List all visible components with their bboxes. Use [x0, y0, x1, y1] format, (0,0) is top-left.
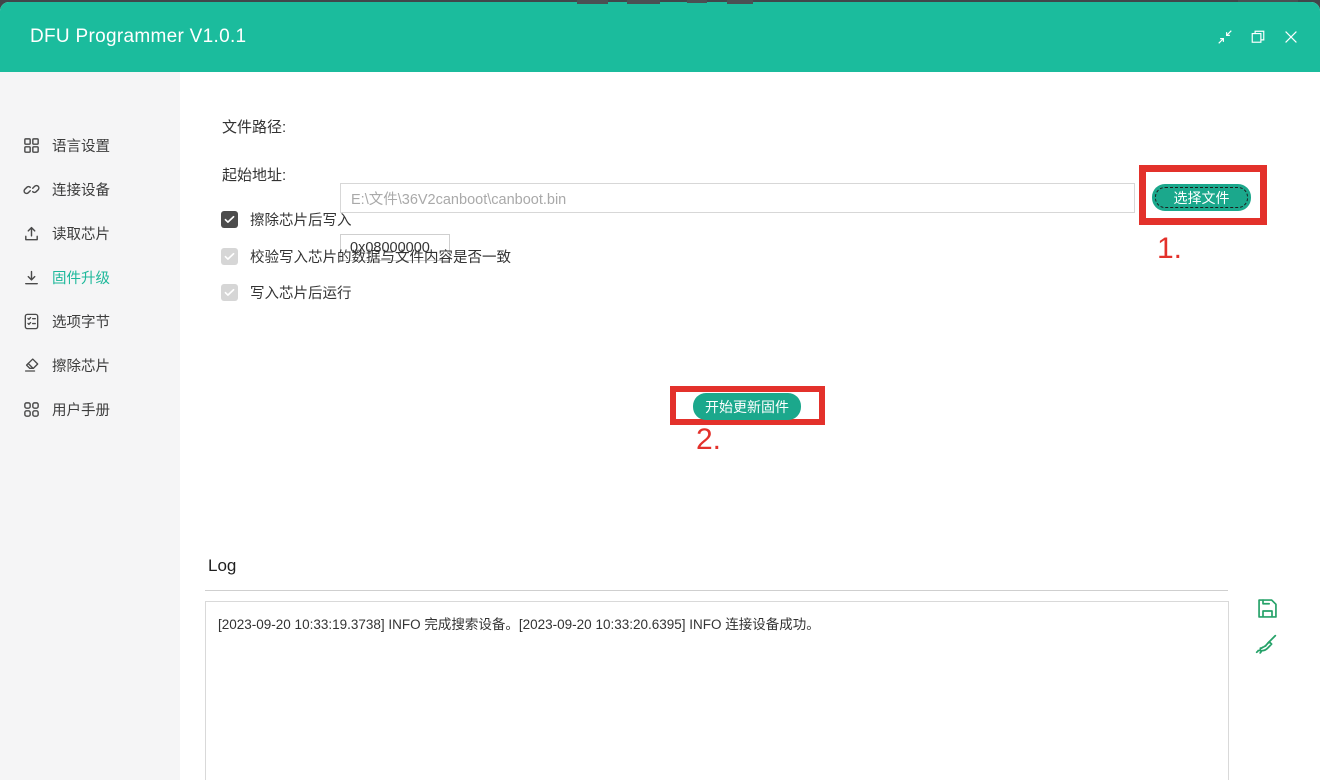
- sidebar-item-label: 固件升级: [52, 267, 110, 288]
- screen-edge-artifact: [627, 0, 660, 4]
- sidebar-item-label: 连接设备: [52, 179, 110, 200]
- app-window: DFU Programmer V1.0.1: [0, 2, 1320, 780]
- sidebar-item-label: 语言设置: [52, 135, 110, 156]
- title-bar: DFU Programmer V1.0.1: [0, 2, 1320, 72]
- save-log-icon[interactable]: [1254, 595, 1281, 622]
- sidebar-item-firmware-upgrade[interactable]: 固件升级: [0, 261, 180, 293]
- window-title: DFU Programmer V1.0.1: [30, 2, 246, 72]
- close-icon[interactable]: [1282, 28, 1300, 46]
- log-content: [2023-09-20 10:33:19.3738] INFO 完成搜索设备。[…: [206, 602, 1228, 649]
- file-path-input[interactable]: [340, 183, 1135, 213]
- clear-log-icon[interactable]: [1252, 631, 1279, 658]
- annotation-step-2: 2.: [696, 423, 721, 457]
- checkbox-verify-data: 校验写入芯片的数据与文件内容是否一致: [221, 245, 511, 267]
- checkbox-label: 写入芯片后运行: [250, 282, 352, 303]
- checkbox-checked-icon: [221, 284, 238, 301]
- main-panel: 文件路径: 选择文件 1. 起始地址: 擦除芯片后写入 校验写入芯片的数据与文件…: [180, 72, 1320, 780]
- screen-edge-artifact: [577, 0, 608, 4]
- annotation-step-1: 1.: [1157, 232, 1182, 266]
- checkbox-checked-icon[interactable]: [221, 211, 238, 228]
- sidebar-item-label: 选项字节: [52, 311, 110, 332]
- file-path-label: 文件路径:: [222, 113, 286, 143]
- checklist-icon: [22, 312, 41, 331]
- select-file-button[interactable]: 选择文件: [1152, 184, 1251, 211]
- sidebar-item-erase-chip[interactable]: 擦除芯片: [0, 349, 180, 381]
- window-controls: [1216, 28, 1300, 46]
- checkbox-label: 擦除芯片后写入: [250, 209, 352, 230]
- sidebar-item-label: 读取芯片: [52, 223, 110, 244]
- start-address-label: 起始地址:: [222, 162, 286, 189]
- screen-edge-artifact: [727, 0, 753, 4]
- checkbox-checked-icon: [221, 248, 238, 265]
- sidebar-item-label: 用户手册: [52, 399, 110, 420]
- sidebar-item-label: 擦除芯片: [52, 355, 110, 376]
- upload-icon: [22, 224, 41, 243]
- select-file-button-label: 选择文件: [1174, 190, 1230, 206]
- eraser-icon: [22, 356, 41, 375]
- log-output[interactable]: [2023-09-20 10:33:19.3738] INFO 完成搜索设备。[…: [205, 601, 1229, 780]
- link-icon: [22, 180, 41, 199]
- checkbox-run-after-write: 写入芯片后运行: [221, 281, 352, 303]
- download-icon: [22, 268, 41, 287]
- sidebar-item-user-manual[interactable]: 用户手册: [0, 393, 180, 425]
- sidebar: 语言设置 连接设备 读取芯片: [0, 72, 180, 780]
- restore-icon[interactable]: [1249, 28, 1267, 46]
- sidebar-item-connect-device[interactable]: 连接设备: [0, 173, 180, 205]
- log-heading: Log: [208, 556, 236, 576]
- sidebar-item-language-settings[interactable]: 语言设置: [0, 129, 180, 161]
- checkbox-label: 校验写入芯片的数据与文件内容是否一致: [250, 246, 511, 267]
- sidebar-item-option-bytes[interactable]: 选项字节: [0, 305, 180, 337]
- screen-edge-artifact: [687, 0, 707, 3]
- grid-rounded-icon: [22, 400, 41, 419]
- start-update-button[interactable]: 开始更新固件: [693, 393, 801, 420]
- log-divider: [205, 590, 1228, 591]
- collapse-icon[interactable]: [1216, 28, 1234, 46]
- checkbox-erase-before-write[interactable]: 擦除芯片后写入: [221, 208, 352, 230]
- grid-icon: [22, 136, 41, 155]
- sidebar-item-read-chip[interactable]: 读取芯片: [0, 217, 180, 249]
